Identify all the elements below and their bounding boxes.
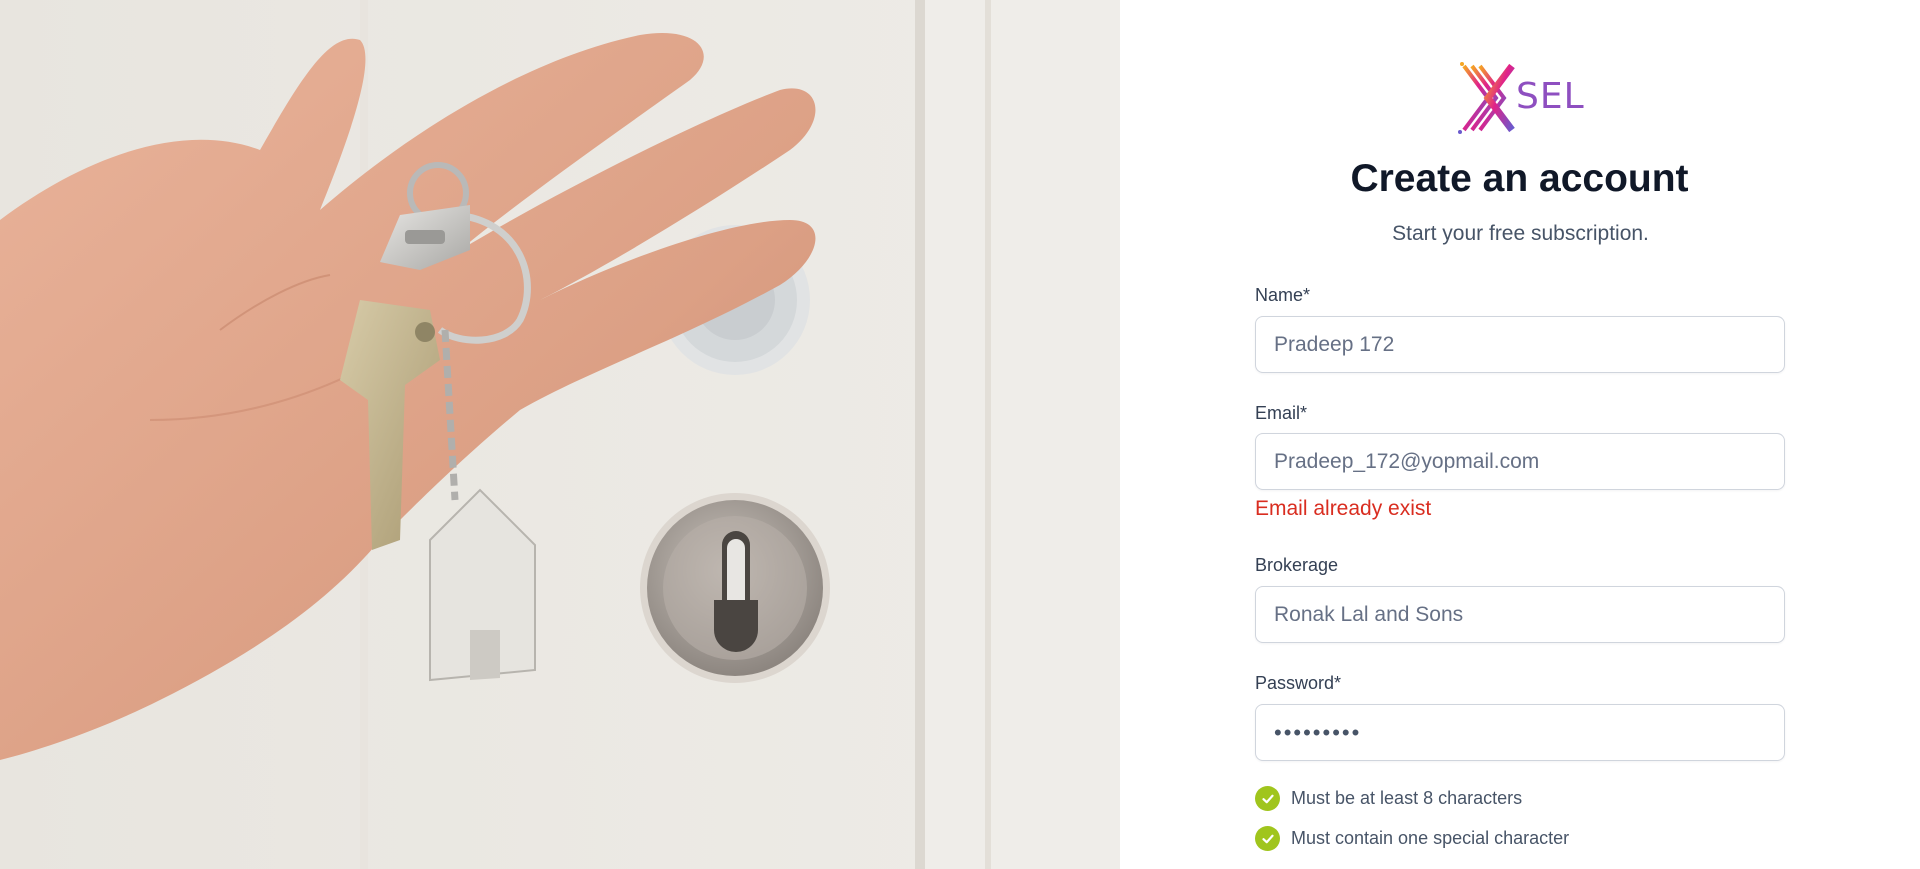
email-label: Email*	[1255, 403, 1308, 423]
page-title-wrap: Create an account	[0, 157, 1920, 201]
brokerage-label: Brokerage	[1255, 555, 1339, 575]
password-rule-special-char: Must contain one special character	[1255, 826, 1569, 851]
page-title: Create an account	[1350, 157, 1689, 200]
password-rule-min-length: Must be at least 8 characters	[1255, 786, 1522, 811]
password-rule-text: Must be at least 8 characters	[1291, 788, 1523, 808]
email-error-message: Email already exist	[1255, 497, 1432, 520]
name-input[interactable]: Pradeep 172	[1255, 316, 1785, 373]
password-rule-text: Must contain one special character	[1291, 828, 1570, 848]
name-input-value: Pradeep 172	[1274, 332, 1395, 356]
brokerage-input-value: Ronak Lal and Sons	[1274, 602, 1464, 626]
check-circle-icon	[1255, 826, 1280, 851]
email-input-value: Pradeep_172@yopmail.com	[1274, 449, 1540, 473]
email-input[interactable]: Pradeep_172@yopmail.com	[1255, 433, 1785, 490]
password-label: Password*	[1255, 673, 1342, 693]
hero-photo	[0, 0, 1120, 869]
check-circle-icon	[1255, 786, 1280, 811]
password-input[interactable]: •••••••••	[1255, 704, 1785, 761]
password-input-value: •••••••••	[1274, 719, 1362, 745]
brokerage-input[interactable]: Ronak Lal and Sons	[1255, 586, 1785, 643]
hand-holding-keys-illustration	[0, 0, 1120, 869]
name-label: Name*	[1255, 285, 1311, 305]
page-subtitle: Start your free subscription.	[1392, 222, 1649, 245]
